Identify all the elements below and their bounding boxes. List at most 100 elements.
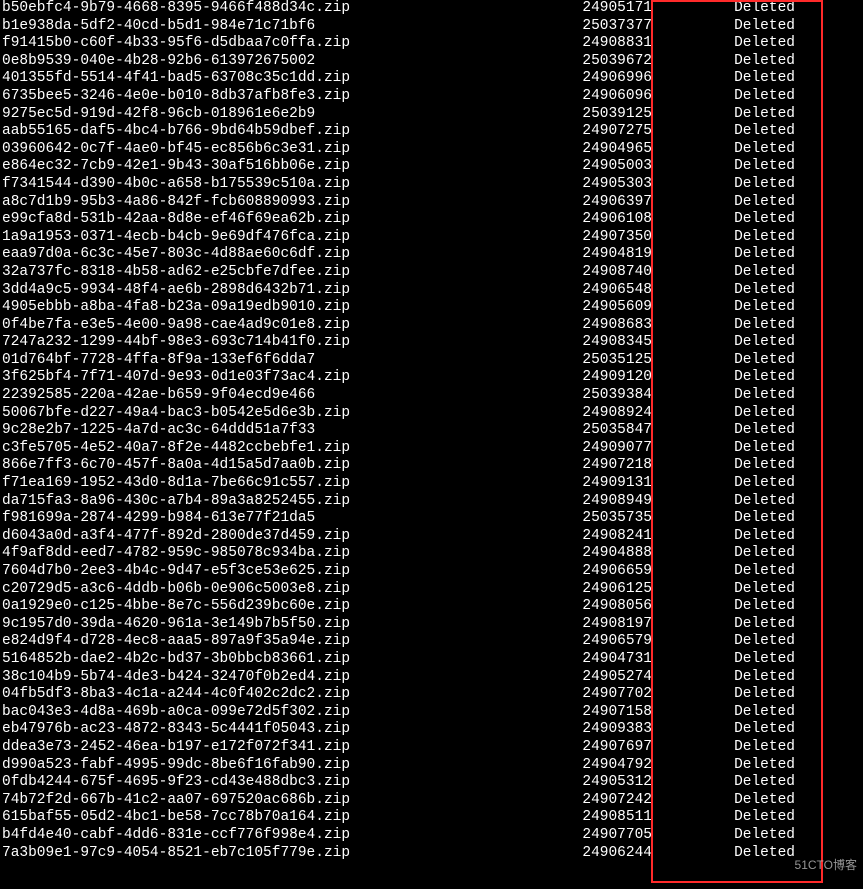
filename: 01d764bf-7728-4ffa-8f9a-133ef6f6dda7: [0, 352, 522, 370]
output-row: 0e8b9539-040e-4b28-92b6-6139726750022503…: [0, 53, 863, 71]
filesize: 24906996: [522, 70, 652, 88]
filename: f71ea169-1952-43d0-8d1a-7be66c91c557.zip: [0, 475, 522, 493]
status: Deleted: [652, 616, 863, 634]
status: Deleted: [652, 282, 863, 300]
filename: 32a737fc-8318-4b58-ad62-e25cbfe7dfee.zip: [0, 264, 522, 282]
status: Deleted: [652, 581, 863, 599]
filesize: 24908740: [522, 264, 652, 282]
status: Deleted: [652, 176, 863, 194]
filename: 401355fd-5514-4f41-bad5-63708c35c1dd.zip: [0, 70, 522, 88]
status: Deleted: [652, 528, 863, 546]
filesize: 24909077: [522, 440, 652, 458]
output-row: 401355fd-5514-4f41-bad5-63708c35c1dd.zip…: [0, 70, 863, 88]
status: Deleted: [652, 457, 863, 475]
filesize: 24905171: [522, 0, 652, 18]
filesize: 24909120: [522, 369, 652, 387]
status: Deleted: [652, 0, 863, 18]
output-row: 9c1957d0-39da-4620-961a-3e149b7b5f50.zip…: [0, 616, 863, 634]
status: Deleted: [652, 651, 863, 669]
filesize: 24905274: [522, 669, 652, 687]
status: Deleted: [652, 211, 863, 229]
status: Deleted: [652, 334, 863, 352]
output-row: b50ebfc4-9b79-4668-8395-9466f488d34c.zip…: [0, 0, 863, 18]
output-row: 7604d7b0-2ee3-4b4c-9d47-e5f3ce53e625.zip…: [0, 563, 863, 581]
filesize: 24907350: [522, 229, 652, 247]
status: Deleted: [652, 246, 863, 264]
filesize: 24906579: [522, 633, 652, 651]
output-row: ddea3e73-2452-46ea-b197-e172f072f341.zip…: [0, 739, 863, 757]
filename: eb47976b-ac23-4872-8343-5c4441f05043.zip: [0, 721, 522, 739]
filesize: 24905303: [522, 176, 652, 194]
status: Deleted: [652, 387, 863, 405]
output-row: e824d9f4-d728-4ec8-aaa5-897a9f35a94e.zip…: [0, 633, 863, 651]
status: Deleted: [652, 440, 863, 458]
filesize: 24904965: [522, 141, 652, 159]
output-row: eaa97d0a-6c3c-45e7-803c-4d88ae60c6df.zip…: [0, 246, 863, 264]
filename: 0a1929e0-c125-4bbe-8e7c-556d239bc60e.zip: [0, 598, 522, 616]
output-row: 7247a232-1299-44bf-98e3-693c714b41f0.zip…: [0, 334, 863, 352]
filesize: 24908949: [522, 493, 652, 511]
output-row: 32a737fc-8318-4b58-ad62-e25cbfe7dfee.zip…: [0, 264, 863, 282]
filename: 22392585-220a-42ae-b659-9f04ecd9e466: [0, 387, 522, 405]
output-row: 0fdb4244-675f-4695-9f23-cd43e488dbc3.zip…: [0, 774, 863, 792]
filename: e99cfa8d-531b-42aa-8d8e-ef46f69ea62b.zip: [0, 211, 522, 229]
filesize: 24905609: [522, 299, 652, 317]
status: Deleted: [652, 493, 863, 511]
filename: 50067bfe-d227-49a4-bac3-b0542e5d6e3b.zip: [0, 405, 522, 423]
output-row: f71ea169-1952-43d0-8d1a-7be66c91c557.zip…: [0, 475, 863, 493]
filesize: 24907218: [522, 457, 652, 475]
filename: 0f4be7fa-e3e5-4e00-9a98-cae4ad9c01e8.zip: [0, 317, 522, 335]
filesize: 24909131: [522, 475, 652, 493]
status: Deleted: [652, 405, 863, 423]
status: Deleted: [652, 563, 863, 581]
status: Deleted: [652, 704, 863, 722]
output-row: 03960642-0c7f-4ae0-bf45-ec856b6c3e31.zip…: [0, 141, 863, 159]
filesize: 24907702: [522, 686, 652, 704]
filesize: 24907275: [522, 123, 652, 141]
filename: 5164852b-dae2-4b2c-bd37-3b0bbcb83661.zip: [0, 651, 522, 669]
filesize: 25039672: [522, 53, 652, 71]
status: Deleted: [652, 721, 863, 739]
output-row: b1e938da-5df2-40cd-b5d1-984e71c71bf62503…: [0, 18, 863, 36]
filename: c3fe5705-4e52-40a7-8f2e-4482ccbebfe1.zip: [0, 440, 522, 458]
status: Deleted: [652, 686, 863, 704]
output-row: f7341544-d390-4b0c-a658-b175539c510a.zip…: [0, 176, 863, 194]
filename: 74b72f2d-667b-41c2-aa07-697520ac686b.zip: [0, 792, 522, 810]
status: Deleted: [652, 633, 863, 651]
filename: aab55165-daf5-4bc4-b766-9bd64b59dbef.zip: [0, 123, 522, 141]
filesize: 24908683: [522, 317, 652, 335]
filename: a8c7d1b9-95b3-4a86-842f-fcb608890993.zip: [0, 194, 522, 212]
output-row: 38c104b9-5b74-4de3-b424-32470f0b2ed4.zip…: [0, 669, 863, 687]
filesize: 24907158: [522, 704, 652, 722]
output-row: e99cfa8d-531b-42aa-8d8e-ef46f69ea62b.zip…: [0, 211, 863, 229]
filesize: 24908511: [522, 809, 652, 827]
status: Deleted: [652, 739, 863, 757]
output-row: 7a3b09e1-97c9-4054-8521-eb7c105f779e.zip…: [0, 845, 863, 863]
output-row: 50067bfe-d227-49a4-bac3-b0542e5d6e3b.zip…: [0, 405, 863, 423]
filesize: 24908345: [522, 334, 652, 352]
output-row: c3fe5705-4e52-40a7-8f2e-4482ccbebfe1.zip…: [0, 440, 863, 458]
filename: 4f9af8dd-eed7-4782-959c-985078c934ba.zip: [0, 545, 522, 563]
status: Deleted: [652, 792, 863, 810]
filesize: 24908197: [522, 616, 652, 634]
filesize: 24904888: [522, 545, 652, 563]
watermark: 51CTO博客: [795, 857, 857, 875]
output-row: 615baf55-05d2-4bc1-be58-7cc78b70a164.zip…: [0, 809, 863, 827]
filesize: 24905003: [522, 158, 652, 176]
filesize: 24908056: [522, 598, 652, 616]
output-row: 4f9af8dd-eed7-4782-959c-985078c934ba.zip…: [0, 545, 863, 563]
status: Deleted: [652, 369, 863, 387]
filename: 866e7ff3-6c70-457f-8a0a-4d15a5d7aa0b.zip: [0, 457, 522, 475]
filename: 03960642-0c7f-4ae0-bf45-ec856b6c3e31.zip: [0, 141, 522, 159]
filename: 7604d7b0-2ee3-4b4c-9d47-e5f3ce53e625.zip: [0, 563, 522, 581]
filesize: 24907705: [522, 827, 652, 845]
output-row: 9c28e2b7-1225-4a7d-ac3c-64ddd51a7f332503…: [0, 422, 863, 440]
filesize: 24906125: [522, 581, 652, 599]
status: Deleted: [652, 774, 863, 792]
status: Deleted: [652, 264, 863, 282]
filename: b4fd4e40-cabf-4dd6-831e-ccf776f998e4.zip: [0, 827, 522, 845]
status: Deleted: [652, 545, 863, 563]
filename: 1a9a1953-0371-4ecb-b4cb-9e69df476fca.zip: [0, 229, 522, 247]
filename: d990a523-fabf-4995-99dc-8be6f16fab90.zip: [0, 757, 522, 775]
status: Deleted: [652, 757, 863, 775]
